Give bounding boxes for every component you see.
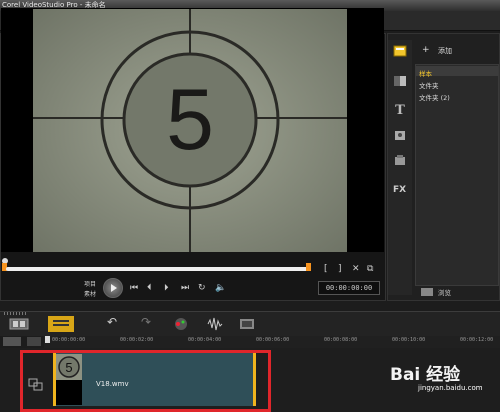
- timecode-display[interactable]: 00:00:00:00: [318, 281, 380, 295]
- repeat-icon[interactable]: ↻: [198, 283, 206, 293]
- countdown-number: 5: [166, 72, 214, 168]
- record-capture-icon[interactable]: [172, 316, 190, 332]
- baidu-watermark: Bai 经验: [390, 365, 461, 385]
- project-mode-label[interactable]: 项目: [84, 279, 96, 288]
- ruler-label: 00:00:10:00: [392, 337, 426, 343]
- scrubber-track[interactable]: [6, 267, 308, 271]
- media-icon[interactable]: [393, 44, 407, 58]
- title-icon[interactable]: T: [393, 102, 407, 116]
- folder-item[interactable]: 样本: [419, 68, 432, 78]
- ruler-label: 00:00:12:00: [460, 337, 494, 343]
- play-button[interactable]: [103, 278, 123, 298]
- fx-label[interactable]: FX: [393, 185, 406, 195]
- playhead[interactable]: [45, 336, 50, 343]
- countdown-frame: 5: [33, 9, 347, 252]
- storyboard-view-icon[interactable]: [8, 316, 30, 332]
- chapter-icon[interactable]: [27, 337, 41, 346]
- next-frame-icon[interactable]: ⏵: [164, 283, 169, 293]
- ruler-label: 00:00:08:00: [324, 337, 358, 343]
- add-folder-label[interactable]: 添加: [438, 46, 452, 56]
- play-icon: [111, 284, 117, 292]
- clip-mode-label[interactable]: 素材: [84, 289, 96, 298]
- prev-frame-icon[interactable]: ⏴: [147, 283, 152, 293]
- mark-in-button[interactable]: [: [324, 264, 328, 274]
- panel-grip[interactable]: [4, 312, 28, 315]
- undo-icon[interactable]: ↶: [107, 316, 117, 328]
- ruler-label: 00:00:04:00: [188, 337, 222, 343]
- folder-item[interactable]: 文件夹: [419, 80, 439, 90]
- baidu-watermark-url: jingyan.baidu.com: [418, 384, 483, 392]
- add-icon[interactable]: +: [422, 45, 430, 55]
- enlarge-icon[interactable]: ⧉: [367, 264, 373, 274]
- home-icon[interactable]: ⏮: [130, 283, 138, 293]
- title-glyph: T: [395, 103, 405, 116]
- ruler-label: 00:00:06:00: [256, 337, 290, 343]
- ruler-label: 00:00:00:00: [52, 337, 86, 343]
- browse-label[interactable]: 浏览: [438, 287, 451, 297]
- transition-icon[interactable]: [393, 74, 407, 88]
- cut-icon[interactable]: ✕: [352, 264, 360, 274]
- browse-icon[interactable]: [420, 287, 434, 297]
- mark-out-button[interactable]: ]: [338, 264, 342, 274]
- volume-icon[interactable]: 🔈: [215, 283, 226, 293]
- timeline-view-icon[interactable]: [48, 316, 74, 332]
- highlight-annotation: [20, 350, 271, 412]
- trim-end-marker[interactable]: [306, 263, 311, 271]
- folder-item[interactable]: 文件夹 (2): [419, 92, 450, 102]
- filter-icon[interactable]: [393, 154, 407, 168]
- end-icon[interactable]: ⏭: [181, 283, 189, 293]
- redo-icon[interactable]: ↷: [141, 316, 151, 328]
- track-manager-icon[interactable]: [3, 337, 21, 346]
- graphic-icon[interactable]: [393, 128, 407, 142]
- audio-mixer-icon[interactable]: [206, 316, 224, 332]
- ruler-label: 00:00:02:00: [120, 337, 154, 343]
- auto-music-icon[interactable]: [238, 316, 256, 332]
